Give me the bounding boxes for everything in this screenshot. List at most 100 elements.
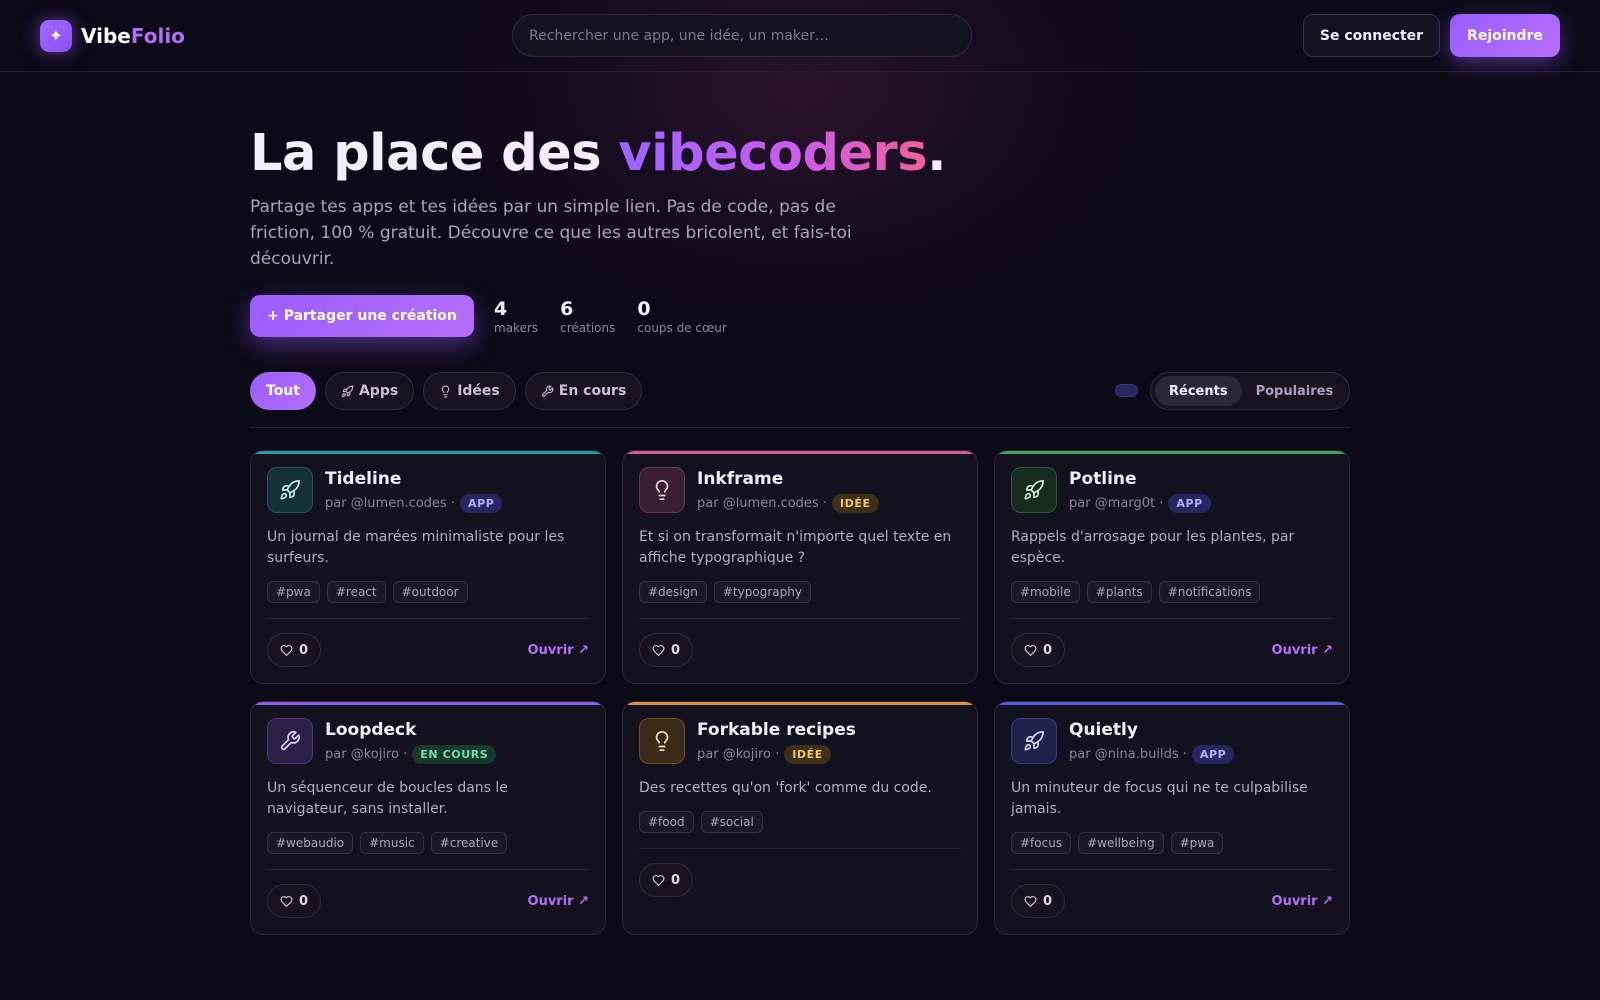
filter-in-progress[interactable]: En cours (524, 372, 643, 410)
sort-popular[interactable]: Populaires (1242, 376, 1348, 406)
stat-value: 6 (560, 298, 574, 320)
card-author[interactable]: par @nina.builds · (1069, 747, 1187, 762)
card-footer: 0 (639, 848, 961, 897)
tag[interactable]: #notifications (1158, 581, 1261, 603)
card-title[interactable]: Tideline (325, 468, 502, 490)
card-description: Rappels d'arrosage pour les plantes, par… (1011, 529, 1295, 566)
heart-icon (652, 644, 665, 656)
card-author[interactable]: par @lumen.codes · (325, 496, 455, 511)
card-accent-bar (251, 702, 605, 705)
open-link[interactable]: Ouvrir ↗ (528, 643, 589, 658)
filter-label: Apps (358, 383, 399, 399)
card-description: Un minuteur de focus qui ne te culpabili… (1011, 780, 1308, 817)
login-button[interactable]: Se connecter (1303, 14, 1440, 57)
tag[interactable]: #design (639, 581, 707, 603)
stat-likes: 0 coups de cœur (637, 298, 726, 336)
like-count: 0 (299, 893, 309, 909)
card-heading: Forkable recipes par @kojiro · IDÉE (697, 718, 856, 764)
like-count: 0 (1043, 642, 1053, 658)
open-link[interactable]: Ouvrir ↗ (1272, 894, 1333, 909)
divider (250, 427, 1350, 428)
like-button[interactable]: 0 (267, 633, 322, 667)
stat-label: créations (560, 321, 616, 335)
tag[interactable]: #music (360, 832, 424, 854)
sort-switch: Récents Populaires (1150, 372, 1350, 410)
card-meta: par @lumen.codes · IDÉE (697, 494, 879, 513)
hero-title-end: . (927, 124, 946, 183)
like-button[interactable]: 0 (1011, 633, 1066, 667)
card-icon-box (1011, 467, 1057, 513)
sparkle-icon: ✦ (40, 19, 72, 52)
tag[interactable]: #mobile (1011, 581, 1080, 603)
filter-apps[interactable]: Apps (324, 372, 415, 410)
creation-card[interactable]: Potline par @marg0t · APP Rappels d'arro… (994, 450, 1350, 684)
card-heading: Potline par @marg0t · APP (1069, 467, 1211, 513)
wrench-icon (541, 385, 554, 397)
card-accent-bar (995, 702, 1349, 705)
card-author[interactable]: par @kojiro · (697, 747, 779, 762)
tag[interactable]: #food (639, 811, 694, 833)
like-button[interactable]: 0 (639, 863, 694, 897)
creation-card[interactable]: Forkable recipes par @kojiro · IDÉE Des … (622, 701, 978, 935)
filter-ideas[interactable]: Idées (423, 372, 516, 410)
logo[interactable]: ✦ VibeFolio (40, 19, 185, 52)
stat-value: 0 (637, 298, 651, 320)
open-link[interactable]: Ouvrir ↗ (1272, 643, 1333, 658)
open-link[interactable]: Ouvrir ↗ (528, 894, 589, 909)
tag[interactable]: #webaudio (267, 832, 354, 854)
filter-label: Tout (266, 383, 300, 399)
card-footer: 0 Ouvrir ↗ (1011, 618, 1333, 667)
tag[interactable]: #pwa (1170, 832, 1224, 854)
card-title[interactable]: Quietly (1069, 719, 1234, 741)
heart-icon (280, 895, 293, 907)
card-title[interactable]: Forkable recipes (697, 719, 856, 741)
creation-card[interactable]: Quietly par @nina.builds · APP Un minute… (994, 701, 1350, 935)
card-title[interactable]: Loopdeck (325, 719, 496, 741)
logo-text: VibeFolio (81, 24, 185, 48)
card-meta: par @kojiro · IDÉE (697, 745, 856, 764)
view-toggle[interactable] (1115, 384, 1138, 397)
card-author[interactable]: par @marg0t · (1069, 496, 1163, 511)
heart-icon (652, 874, 665, 886)
tag[interactable]: #typography (713, 581, 811, 603)
tag[interactable]: #wellbeing (1078, 832, 1164, 854)
tag[interactable]: #react (326, 581, 386, 603)
type-badge: APP (459, 494, 503, 513)
tag[interactable]: #outdoor (392, 581, 468, 603)
tag-list: #mobile #plants #notifications (1011, 581, 1333, 603)
card-footer: 0 Ouvrir ↗ (267, 618, 589, 667)
creation-card[interactable]: Inkframe par @lumen.codes · IDÉE Et si o… (622, 450, 978, 684)
tag[interactable]: #plants (1086, 581, 1152, 603)
card-author[interactable]: par @lumen.codes · (697, 496, 827, 511)
creations-grid: Tideline par @lumen.codes · APP Un journ… (250, 450, 1350, 935)
lightbulb-icon (655, 731, 669, 751)
card-header: Tideline par @lumen.codes · APP (267, 467, 589, 513)
stat-creations: 6 créations (560, 298, 615, 336)
rocket-icon (1024, 480, 1044, 500)
wrench-icon (280, 731, 300, 751)
like-button[interactable]: 0 (1011, 884, 1066, 918)
join-button[interactable]: Rejoindre (1450, 14, 1560, 57)
filter-all[interactable]: Tout (250, 372, 316, 410)
card-icon-box (639, 718, 685, 764)
card-author[interactable]: par @kojiro · (325, 747, 407, 762)
lightbulb-icon (441, 385, 450, 397)
filter-label: Idées (457, 383, 500, 399)
card-title[interactable]: Inkframe (697, 468, 879, 490)
tag[interactable]: #creative (430, 832, 508, 854)
creation-card[interactable]: Loopdeck par @kojiro · EN COURS Un séque… (250, 701, 606, 935)
tag-list: #food #social (639, 811, 961, 833)
tag[interactable]: #social (700, 811, 763, 833)
sort-recent[interactable]: Récents (1155, 376, 1242, 406)
type-badge: IDÉE (784, 745, 831, 764)
card-header: Quietly par @nina.builds · APP (1011, 718, 1333, 764)
like-button[interactable]: 0 (267, 884, 322, 918)
stat-label: makers (494, 321, 539, 335)
card-title[interactable]: Potline (1069, 468, 1211, 490)
search-input[interactable] (512, 14, 972, 57)
tag[interactable]: #pwa (267, 581, 320, 603)
tag[interactable]: #focus (1011, 832, 1072, 854)
like-button[interactable]: 0 (639, 633, 694, 667)
share-creation-button[interactable]: + Partager une création (250, 295, 474, 337)
creation-card[interactable]: Tideline par @lumen.codes · APP Un journ… (250, 450, 606, 684)
